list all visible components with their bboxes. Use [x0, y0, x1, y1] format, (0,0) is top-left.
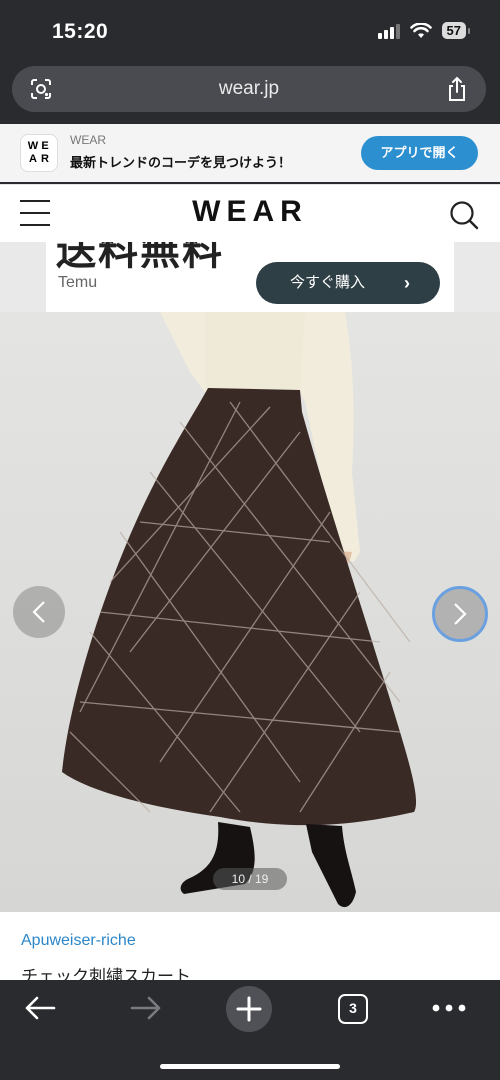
back-arrow-icon[interactable] — [24, 996, 56, 1020]
buy-now-label: 今すぐ購入 — [290, 274, 366, 291]
product-name: チェック刺繍スカート — [21, 967, 191, 980]
address-bar[interactable]: wear.jp — [12, 66, 486, 112]
search-icon[interactable] — [448, 199, 480, 231]
ad-brand: Temu — [58, 274, 98, 291]
brand-link[interactable]: Apuweiser-riche — [21, 932, 136, 950]
ad-section: 送料無料 Temu 今すぐ購入 › — [0, 242, 500, 312]
product-photo — [62, 312, 417, 908]
battery-icon: 57 — [441, 22, 471, 39]
status-bar: 15:20 57 — [0, 0, 500, 62]
site-logo[interactable]: WEAR — [0, 195, 500, 229]
site-header: WEAR — [0, 184, 500, 242]
forward-arrow-icon[interactable] — [130, 996, 162, 1020]
product-info: Apuweiser-riche チェック刺繍スカート — [0, 912, 500, 980]
new-tab-icon[interactable] — [225, 985, 273, 1033]
banner-app-name: WEAR — [70, 133, 106, 147]
home-indicator — [160, 1064, 340, 1069]
url-text[interactable]: wear.jp — [12, 78, 486, 100]
ad-headline: 送料無料 — [56, 242, 224, 273]
wear-app-logo: W E A R — [20, 134, 58, 172]
open-in-app-button[interactable]: アプリで開く — [361, 136, 478, 170]
wifi-icon — [409, 22, 432, 38]
image-counter: 10 / 19 — [213, 868, 287, 890]
chevron-right-icon: › — [404, 273, 410, 293]
banner-tagline: 最新トレンドのコーデを見つけよう！ — [70, 155, 292, 170]
app-download-banner: W E A R WEAR 最新トレンドのコーデを見つけよう！ アプリで開く — [0, 124, 500, 182]
status-time: 15:20 — [52, 20, 109, 43]
cellular-signal-icon — [377, 23, 400, 39]
status-icons: 57 — [377, 22, 471, 39]
product-image-carousel[interactable]: 10 / 19 — [0, 312, 500, 912]
buy-now-button[interactable]: 今すぐ購入 › — [256, 262, 440, 304]
tab-switcher-button[interactable]: 3 — [338, 994, 368, 1024]
more-menu-icon[interactable] — [432, 1004, 466, 1012]
next-image-button[interactable] — [432, 586, 488, 642]
chevron-right-icon — [454, 603, 467, 625]
previous-image-button[interactable] — [13, 586, 65, 638]
chevron-left-icon — [32, 601, 45, 623]
ad-card[interactable]: 送料無料 Temu 今すぐ購入 › — [46, 242, 454, 312]
share-icon[interactable] — [446, 76, 468, 102]
